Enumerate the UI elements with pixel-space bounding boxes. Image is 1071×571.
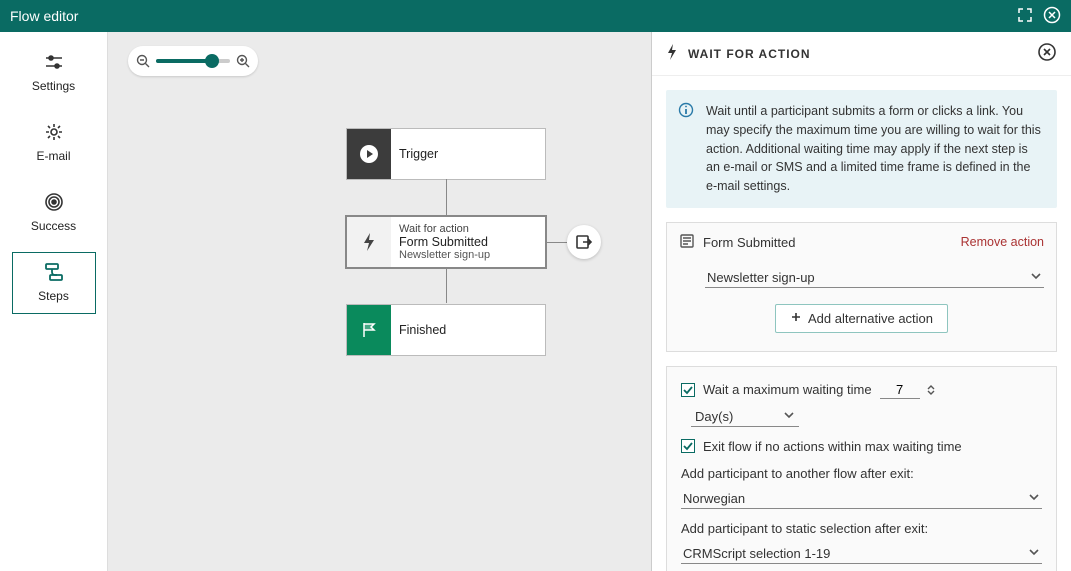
bolt-icon	[347, 217, 391, 267]
sidebar-item-label: Settings	[32, 79, 75, 93]
target-icon	[43, 191, 65, 213]
exit-flow-checkbox[interactable]	[681, 439, 695, 453]
node-finished[interactable]: Finished	[346, 304, 546, 356]
sidebar-item-label: E-mail	[36, 149, 70, 163]
sidebar-item-settings[interactable]: Settings	[12, 42, 96, 104]
action-title: Form Submitted	[703, 235, 795, 250]
zoom-in-icon[interactable]	[236, 54, 250, 68]
add-selection-dropdown[interactable]: CRMScript selection 1-19	[681, 542, 1042, 564]
button-label: Add alternative action	[808, 311, 933, 326]
steps-icon	[43, 261, 65, 283]
add-selection-label: Add participant to static selection afte…	[681, 521, 1042, 536]
node-title: Form Submitted	[399, 235, 537, 249]
zoom-slider[interactable]	[156, 59, 230, 63]
node-trigger[interactable]: Trigger	[346, 128, 546, 180]
sidebar: Settings E-mail Success	[0, 32, 108, 571]
info-icon	[678, 102, 694, 124]
zoom-control	[128, 46, 258, 76]
sidebar-item-label: Steps	[38, 289, 69, 303]
max-wait-checkbox[interactable]	[681, 383, 695, 397]
number-stepper[interactable]	[926, 384, 936, 396]
chevron-down-icon	[1028, 491, 1040, 506]
dropdown-value: Newsletter sign-up	[707, 270, 815, 285]
bolt-icon	[666, 44, 678, 63]
chevron-down-icon	[1028, 546, 1040, 561]
fullscreen-icon[interactable]	[1017, 7, 1033, 26]
chevron-down-icon	[783, 409, 795, 424]
exit-flow-label: Exit flow if no actions within max waiti…	[703, 439, 962, 454]
config-block: Wait a maximum waiting time Day(s)	[666, 366, 1057, 571]
node-subtitle: Newsletter sign-up	[399, 249, 537, 261]
form-icon	[679, 233, 695, 252]
close-panel-icon[interactable]	[1037, 42, 1057, 65]
zoom-out-icon[interactable]	[136, 54, 150, 68]
flow-canvas[interactable]: Trigger Wait for action Form Submitted N…	[108, 32, 651, 571]
sidebar-item-success[interactable]: Success	[12, 182, 96, 244]
node-title: Finished	[399, 323, 537, 337]
panel-title: WAIT FOR ACTION	[688, 47, 811, 61]
max-wait-label: Wait a maximum waiting time	[703, 382, 872, 397]
details-panel: WAIT FOR ACTION Wait until a participant…	[651, 32, 1071, 571]
play-icon	[347, 129, 391, 179]
chevron-down-icon	[1030, 270, 1042, 285]
plus-icon	[790, 311, 802, 326]
dropdown-value: CRMScript selection 1-19	[683, 546, 830, 561]
flag-icon	[347, 305, 391, 355]
app-title: Flow editor	[10, 8, 78, 24]
titlebar-actions	[1017, 6, 1061, 27]
close-icon[interactable]	[1043, 6, 1061, 27]
sidebar-item-steps[interactable]: Steps	[12, 252, 96, 314]
titlebar: Flow editor	[0, 0, 1071, 32]
dropdown-value: Norwegian	[683, 491, 745, 506]
sliders-icon	[43, 51, 65, 73]
node-wait-for-action[interactable]: Wait for action Form Submitted Newslette…	[346, 216, 546, 268]
exit-branch-button[interactable]	[567, 225, 601, 259]
node-supertitle: Wait for action	[399, 223, 537, 235]
add-flow-label: Add participant to another flow after ex…	[681, 466, 1042, 481]
add-alternative-action-button[interactable]: Add alternative action	[775, 304, 948, 333]
zoom-handle[interactable]	[205, 54, 219, 68]
action-block: Form Submitted Remove action Newsletter …	[666, 222, 1057, 352]
dropdown-value: Day(s)	[695, 409, 733, 424]
add-flow-dropdown[interactable]: Norwegian	[681, 487, 1042, 509]
info-text: Wait until a participant submits a form …	[706, 104, 1041, 193]
remove-action-link[interactable]: Remove action	[961, 235, 1044, 249]
sidebar-item-label: Success	[31, 219, 76, 233]
info-box: Wait until a participant submits a form …	[666, 90, 1057, 208]
action-value-dropdown[interactable]: Newsletter sign-up	[705, 266, 1044, 288]
node-title: Trigger	[399, 147, 537, 161]
max-wait-unit-dropdown[interactable]: Day(s)	[691, 407, 799, 427]
max-wait-value-input[interactable]	[880, 381, 920, 399]
sidebar-item-email[interactable]: E-mail	[12, 112, 96, 174]
gear-icon	[43, 121, 65, 143]
